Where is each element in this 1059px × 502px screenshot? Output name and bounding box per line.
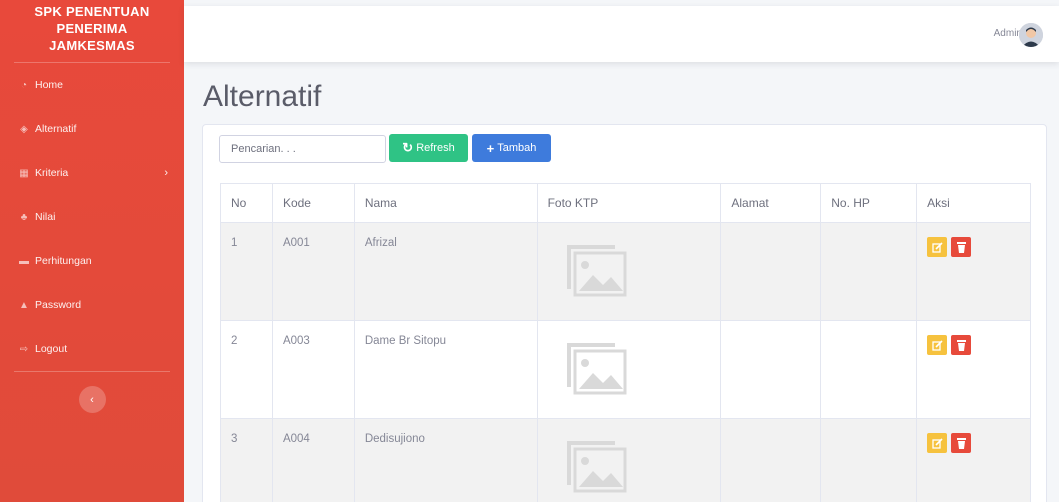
chevron-right-icon: › — [164, 167, 168, 179]
cell-foto — [536, 222, 722, 321]
image-placeholder-icon[interactable] — [565, 243, 627, 297]
cell-foto — [536, 320, 722, 419]
sidebar-item-label: Logout — [35, 343, 68, 355]
refresh-button[interactable]: ↻ Refresh — [389, 134, 468, 162]
refresh-icon: ↻ — [402, 140, 414, 155]
table-row: 1 A001 Afrizal — [220, 222, 1031, 321]
image-placeholder-icon[interactable] — [565, 439, 627, 493]
cell-kode: A001 — [271, 222, 355, 321]
cell-alamat — [720, 418, 822, 502]
sidebar-toggle-button[interactable]: ‹ — [78, 386, 106, 413]
sidebar-item-logout[interactable]: ⇨ Logout — [0, 327, 184, 371]
trash-icon — [956, 437, 966, 449]
page-title: Alternatif — [203, 80, 322, 113]
table-row: 3 A004 Dedisujiono — [220, 418, 1031, 502]
cell-aksi — [916, 320, 1031, 419]
cell-hp — [820, 320, 918, 419]
cell-no: 3 — [220, 418, 273, 502]
header-alamat: Alamat — [720, 183, 822, 223]
cube-icon: ◈ — [20, 123, 28, 135]
add-button[interactable]: + Tambah — [472, 134, 551, 162]
brand-title[interactable]: SPK PENENTUAN PENERIMA JAMKESMAS — [0, 0, 184, 62]
add-label: Tambah — [497, 142, 537, 154]
cell-nama: Afrizal — [353, 222, 538, 321]
edit-button[interactable] — [927, 237, 948, 257]
cell-alamat — [720, 222, 822, 321]
table-row: 2 A003 Dame Br Sitopu — [220, 320, 1031, 419]
cell-no: 2 — [220, 320, 273, 419]
dashboard-icon: ◔ — [20, 79, 28, 91]
trash-icon — [956, 339, 966, 351]
row-actions — [927, 237, 1030, 257]
cell-hp — [820, 418, 918, 502]
sidebar-item-home[interactable]: ◔ Home — [0, 63, 184, 107]
sidebar-item-label: Kriteria — [35, 167, 69, 179]
plus-icon: + — [486, 140, 495, 156]
brand-line: PENERIMA — [56, 21, 128, 36]
user-name[interactable]: Admin — [994, 28, 1022, 39]
sidebar-item-perhitungan[interactable]: ▬ Perhitungan — [0, 239, 184, 283]
table-header-row: No Kode Nama Foto KTP Alamat No. HP Aksi — [220, 183, 1031, 223]
header-no: No — [220, 183, 273, 223]
sidebar-item-label: Nilai — [35, 211, 56, 223]
sidebar: SPK PENENTUAN PENERIMA JAMKESMAS ◔ Home … — [0, 0, 184, 502]
topbar: Admin — [184, 6, 1059, 62]
edit-icon — [931, 241, 943, 253]
header-kode: Kode — [271, 183, 355, 223]
cell-no: 1 — [220, 222, 273, 321]
row-actions — [927, 335, 1030, 355]
cell-aksi — [916, 418, 1031, 502]
cell-kode: A003 — [271, 320, 355, 419]
brand-line: JAMKESMAS — [49, 38, 135, 53]
image-placeholder-icon[interactable] — [565, 341, 627, 395]
cell-alamat — [720, 320, 822, 419]
edit-button[interactable] — [927, 433, 948, 453]
calculator-icon: ▬ — [19, 255, 29, 267]
cell-nama: Dedisujiono — [353, 418, 538, 502]
avatar[interactable] — [1019, 23, 1043, 47]
header-foto-ktp: Foto KTP — [536, 183, 722, 223]
edit-icon — [931, 437, 943, 449]
content-card: ↻ Refresh + Tambah No Kode Nama Foto KTP… — [202, 124, 1047, 502]
trash-icon — [956, 241, 966, 253]
brand-line: SPK PENENTUAN — [34, 4, 150, 19]
sidebar-toggle-wrap: ‹ — [0, 372, 184, 413]
sidebar-item-password[interactable]: ▲ Password — [0, 283, 184, 327]
cell-aksi — [916, 222, 1031, 321]
header-aksi: Aksi — [916, 183, 1031, 223]
cell-kode: A004 — [271, 418, 355, 502]
search-input[interactable] — [219, 135, 386, 163]
cell-foto — [536, 418, 722, 502]
avatar-icon — [1019, 23, 1043, 47]
row-actions — [927, 433, 1030, 453]
sidebar-item-label: Home — [35, 79, 64, 91]
cell-nama: Dame Br Sitopu — [353, 320, 538, 419]
sidebar-item-alternatif[interactable]: ◈ Alternatif — [0, 107, 184, 151]
chart-icon: ♣ — [20, 211, 28, 223]
lock-icon: ▲ — [19, 299, 29, 311]
alternatif-table: No Kode Nama Foto KTP Alamat No. HP Aksi… — [220, 183, 1031, 502]
edit-icon — [931, 339, 943, 351]
logout-icon: ⇨ — [19, 343, 29, 355]
header-nama: Nama — [353, 183, 538, 223]
delete-button[interactable] — [951, 433, 972, 453]
sidebar-item-label: Alternatif — [35, 123, 77, 135]
sidebar-item-label: Perhitungan — [35, 255, 92, 267]
sidebar-item-kriteria[interactable]: ▦ Kriteria › — [0, 151, 184, 195]
delete-button[interactable] — [951, 335, 972, 355]
table-icon: ▦ — [19, 167, 29, 179]
cell-hp — [820, 222, 918, 321]
sidebar-item-label: Password — [35, 299, 82, 311]
edit-button[interactable] — [927, 335, 948, 355]
header-no-hp: No. HP — [820, 183, 918, 223]
refresh-label: Refresh — [416, 142, 455, 154]
sidebar-item-nilai[interactable]: ♣ Nilai — [0, 195, 184, 239]
delete-button[interactable] — [951, 237, 972, 257]
